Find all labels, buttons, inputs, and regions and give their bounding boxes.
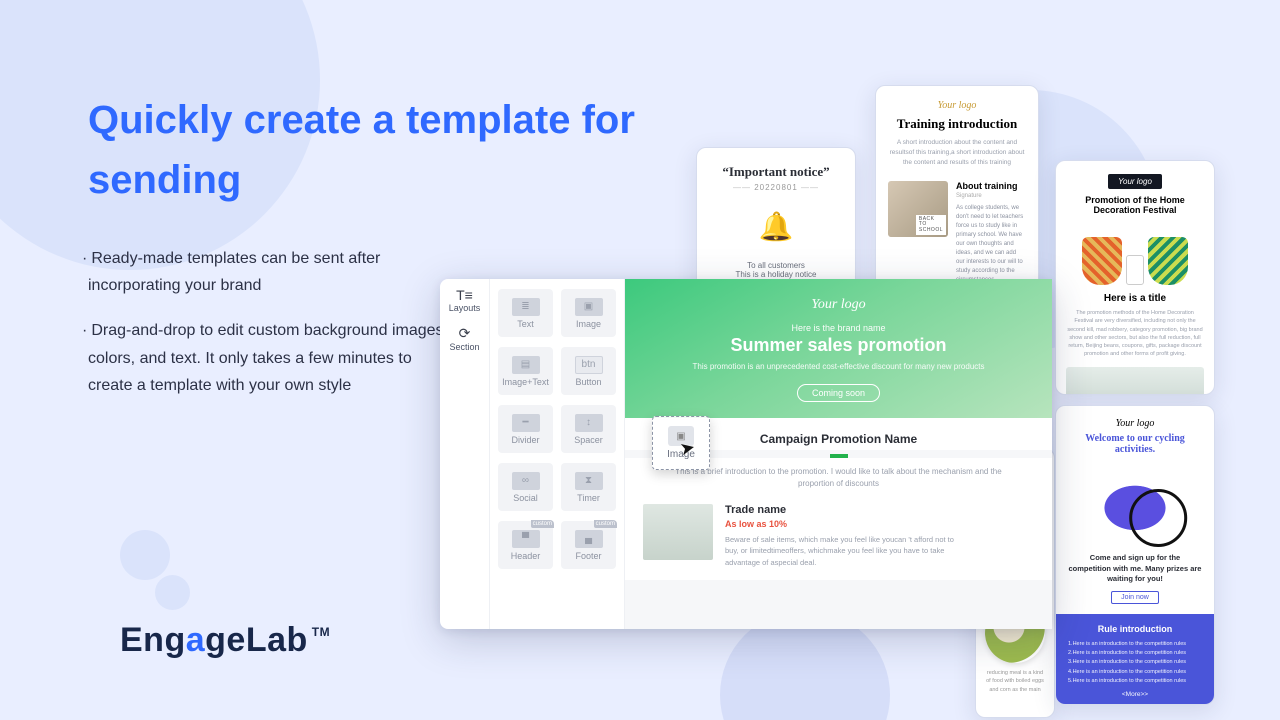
- block-label: Header: [511, 551, 541, 561]
- button-icon: btn: [575, 356, 603, 374]
- tab-label: Section: [449, 342, 479, 352]
- rule-item: 3.Here is an introduction to the competi…: [1068, 658, 1202, 667]
- custom-tag: custom: [594, 520, 617, 528]
- training-paragraph: As college students, we don't need to le…: [956, 204, 1026, 285]
- header-icon: ▀: [512, 530, 540, 548]
- social-icon: ∞: [512, 472, 540, 490]
- template-card-decoration[interactable]: Your logo Promotion of the Home Decorati…: [1055, 160, 1215, 395]
- hero-cta-button[interactable]: Coming soon: [797, 384, 880, 402]
- block-spacer[interactable]: ↕ Spacer: [561, 405, 616, 453]
- feature-item: Drag-and-drop to edit custom background …: [88, 317, 458, 399]
- block-text[interactable]: ≣ Text: [498, 289, 553, 337]
- diet-desc: reducing meal is a kind of food with boi…: [984, 669, 1046, 694]
- tab-label: Layouts: [449, 303, 481, 313]
- trade-price: As low as 10%: [725, 519, 955, 529]
- template-card-cycling[interactable]: Your logo Welcome to our cycling activit…: [1055, 405, 1215, 705]
- more-link[interactable]: <More>>: [1068, 691, 1202, 698]
- tab-layouts[interactable]: T≡Layouts: [449, 287, 481, 313]
- deco-heading: Promotion of the Home Decoration Festiva…: [1066, 195, 1204, 215]
- deco-desc: The promotion methods of the Home Decora…: [1066, 309, 1204, 359]
- cycle-cta-text: Come and sign up for the competition wit…: [1068, 553, 1202, 585]
- brand-post: geLab: [205, 621, 308, 660]
- image-text-icon: ▤: [512, 356, 540, 374]
- notice-line: To all customers: [711, 261, 841, 270]
- training-intro: A short introduction about the content a…: [888, 138, 1026, 167]
- brand-logo: EngageLab TM: [120, 621, 330, 660]
- block-label: Social: [513, 493, 538, 503]
- rule-item: 2.Here is an introduction to the competi…: [1068, 649, 1202, 658]
- block-label: Image: [576, 319, 601, 329]
- block-label: Divider: [511, 435, 539, 445]
- timer-icon: ⧗: [575, 472, 603, 490]
- block-label: Footer: [575, 551, 601, 561]
- hero-desc: This promotion is an unprecedented cost-…: [645, 361, 1032, 372]
- trade-desc: Beware of sale items, which make you fee…: [725, 534, 955, 568]
- hero-section[interactable]: Your logo Here is the brand name Summer …: [625, 279, 1052, 418]
- block-timer[interactable]: ⧗ Timer: [561, 463, 616, 511]
- hero-logo: Your logo: [645, 297, 1032, 313]
- custom-tag: custom: [531, 520, 554, 528]
- block-image-text[interactable]: ▤ Image+Text: [498, 347, 553, 395]
- hero-title: Summer sales promotion: [645, 335, 1032, 356]
- block-social[interactable]: ∞ Social: [498, 463, 553, 511]
- block-label: Button: [575, 377, 601, 387]
- block-label: Text: [517, 319, 534, 329]
- brand-accent: a: [186, 621, 205, 660]
- trade-name: Trade name: [725, 504, 955, 516]
- editor-sidetabs: T≡Layouts ⟳Section: [440, 279, 490, 629]
- cycle-welcome: Welcome to our cycling activities.: [1068, 433, 1202, 455]
- notice-title: “Important notice”: [711, 164, 841, 180]
- brand-pre: Eng: [120, 621, 186, 660]
- trade-row: Trade name As low as 10% Beware of sale …: [625, 504, 1052, 580]
- text-icon: ≣: [512, 298, 540, 316]
- feature-list: Ready-made templates can be sent after i…: [88, 245, 458, 417]
- about-heading: About training: [956, 181, 1026, 191]
- rule-item: 4.Here is an introduction to the competi…: [1068, 668, 1202, 677]
- page-headline: Quickly create a template for sending: [88, 90, 648, 210]
- your-logo-label: Your logo: [888, 100, 1026, 111]
- notice-line: This is a holiday notice: [711, 270, 841, 279]
- training-heading: Training introduction: [888, 116, 1026, 132]
- block-label: Image+Text: [502, 377, 549, 387]
- bell-icon: 🔔: [711, 210, 841, 243]
- block-label: Spacer: [574, 435, 603, 445]
- brand-tm: TM: [312, 625, 330, 639]
- image-icon: ▣: [575, 298, 603, 316]
- tab-section[interactable]: ⟳Section: [449, 325, 479, 352]
- rule-item: 1.Here is an introduction to the competi…: [1068, 640, 1202, 649]
- block-image[interactable]: ▣ Image: [561, 289, 616, 337]
- deco-title: Here is a title: [1066, 293, 1204, 304]
- block-label: Timer: [577, 493, 600, 503]
- footer-icon: ▄: [575, 530, 603, 548]
- block-footer[interactable]: custom ▄ Footer: [561, 521, 616, 569]
- rule-heading: Rule introduction: [1068, 624, 1202, 634]
- join-now-button[interactable]: Join now: [1111, 591, 1159, 604]
- block-header[interactable]: custom ▀ Header: [498, 521, 553, 569]
- block-button[interactable]: btn Button: [561, 347, 616, 395]
- hero-sub: Here is the brand name: [645, 323, 1032, 333]
- template-editor: T≡Layouts ⟳Section ≣ Text ▣ Image ▤ Image+T…: [440, 279, 1052, 629]
- notice-date: 20220801: [711, 183, 841, 192]
- cycle-illustration: [1068, 465, 1202, 543]
- block-palette: ≣ Text ▣ Image ▤ Image+Text btn Button ━ Divi…: [490, 279, 624, 629]
- spacer-icon: ↕: [575, 414, 603, 432]
- your-logo-label: Your logo: [1068, 418, 1202, 429]
- rule-panel: Rule introduction 1.Here is an introduct…: [1056, 614, 1214, 706]
- divider-icon: ━: [512, 414, 540, 432]
- training-image: [888, 181, 948, 237]
- trade-image: [643, 504, 713, 560]
- deco-image: [1066, 223, 1204, 285]
- deco-room-image: [1066, 367, 1204, 396]
- layouts-icon: T≡: [449, 287, 481, 303]
- bg-circle: [155, 575, 190, 610]
- signature-label: Signature: [956, 193, 1026, 199]
- section-icon: ⟳: [449, 325, 479, 342]
- bg-circle: [120, 530, 170, 580]
- block-divider[interactable]: ━ Divider: [498, 405, 553, 453]
- your-logo-badge: Your logo: [1108, 174, 1162, 189]
- rule-item: 5.Here is an introduction to the competi…: [1068, 677, 1202, 686]
- feature-item: Ready-made templates can be sent after i…: [88, 245, 458, 299]
